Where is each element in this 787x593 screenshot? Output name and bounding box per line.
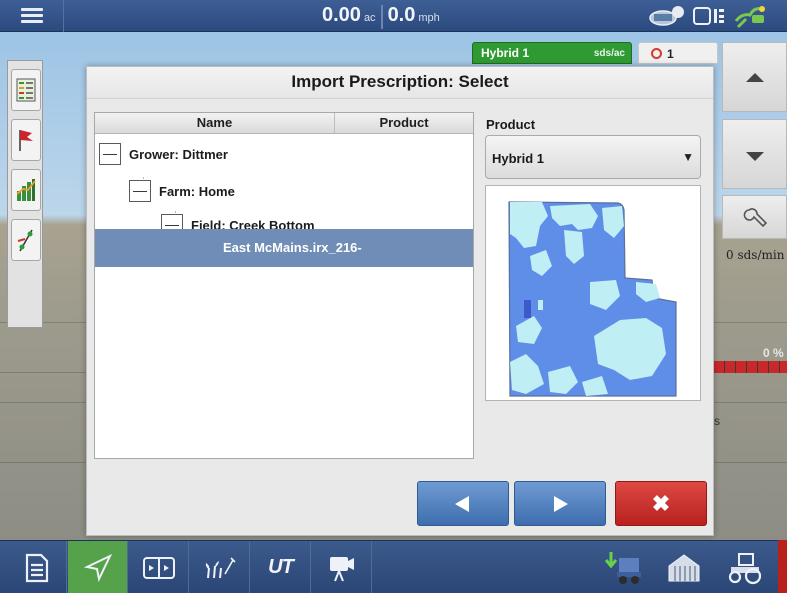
area-speed-readout: 0.00 ac 0.0 mph bbox=[322, 4, 445, 30]
universal-terminal-button[interactable]: UT bbox=[251, 541, 311, 593]
product-tab[interactable]: Hybrid 1 sds/ac bbox=[472, 42, 632, 64]
back-button[interactable] bbox=[417, 481, 509, 526]
prescription-map-preview bbox=[485, 185, 701, 401]
alert-tab[interactable]: 1 bbox=[638, 42, 718, 64]
display-status-icon[interactable] bbox=[692, 4, 726, 28]
next-arrow-icon bbox=[554, 495, 568, 512]
edge-indicator bbox=[778, 540, 787, 593]
tree-header: Name Product bbox=[95, 113, 473, 134]
chart-button[interactable] bbox=[11, 169, 41, 211]
area-value: 0.00 bbox=[322, 4, 361, 26]
camera-button[interactable] bbox=[312, 541, 372, 593]
prescription-label: East McMains.irx_216- bbox=[223, 240, 362, 255]
product-dropdown[interactable]: Hybrid 1 ▼ bbox=[485, 135, 701, 179]
storage-button[interactable] bbox=[654, 541, 714, 593]
flag-button[interactable] bbox=[11, 119, 41, 161]
tree-node-grower[interactable]: Grower: Dittmer bbox=[99, 139, 228, 169]
percent-readout: 0 % bbox=[763, 346, 784, 360]
bar-chart-icon bbox=[16, 179, 36, 201]
prescription-row-selected[interactable]: East McMains.irx_216- bbox=[95, 229, 473, 267]
guidance-line-button[interactable] bbox=[11, 219, 41, 261]
planter-import-icon bbox=[604, 551, 641, 584]
readout-divider bbox=[380, 5, 383, 29]
product-tab-rate-unit: sds/ac bbox=[593, 48, 625, 59]
tractor-icon bbox=[728, 552, 762, 584]
close-icon: ✖ bbox=[651, 490, 671, 516]
map-view-button[interactable] bbox=[68, 541, 128, 593]
camera-icon bbox=[329, 556, 354, 581]
prescription-tree: Name Product Grower: Dittmer Farm: Home … bbox=[94, 112, 474, 459]
alert-count: 1 bbox=[667, 47, 674, 61]
tree-node-farm[interactable]: Farm: Home bbox=[129, 176, 235, 206]
bottom-toolbar: UT bbox=[0, 540, 787, 593]
import-button[interactable] bbox=[593, 541, 653, 593]
ut-label: UT bbox=[268, 556, 294, 578]
area-unit: ac bbox=[363, 12, 376, 24]
left-toolbar bbox=[7, 60, 43, 328]
up-arrow-icon bbox=[746, 73, 764, 82]
status-icons bbox=[648, 3, 768, 29]
rate-up-button[interactable] bbox=[722, 42, 787, 112]
split-screen-icon bbox=[142, 556, 175, 579]
rate-down-button[interactable] bbox=[722, 119, 787, 189]
barn-icon bbox=[668, 553, 700, 581]
dialog-title: Import Prescription: Select bbox=[87, 67, 713, 99]
down-arrow-icon bbox=[746, 152, 764, 161]
rate-readout: 0 sds/min bbox=[726, 248, 785, 262]
import-prescription-dialog: Import Prescription: Select Name Product… bbox=[86, 66, 714, 536]
dropdown-arrow-icon: ▼ bbox=[682, 150, 694, 164]
layers-icon bbox=[16, 78, 36, 102]
document-icon bbox=[25, 553, 48, 582]
back-arrow-icon bbox=[455, 495, 469, 512]
navigation-icon bbox=[83, 553, 112, 582]
vehicle-button[interactable] bbox=[715, 541, 775, 593]
top-status-bar: 0.00 ac 0.0 mph bbox=[0, 0, 787, 32]
plants-icon bbox=[205, 556, 236, 578]
grower-label: Grower: Dittmer bbox=[129, 146, 228, 162]
field-operation-button[interactable] bbox=[190, 541, 250, 593]
product-selected-value: Hybrid 1 bbox=[492, 151, 545, 166]
flag-icon bbox=[19, 130, 33, 151]
prescription-map bbox=[508, 201, 677, 397]
menu-button[interactable] bbox=[0, 0, 64, 32]
partial-label: s bbox=[714, 414, 720, 428]
speed-unit: mph bbox=[418, 12, 440, 24]
alert-circle-icon bbox=[651, 48, 662, 59]
farm-label: Farm: Home bbox=[159, 183, 235, 199]
cancel-button[interactable]: ✖ bbox=[615, 481, 707, 526]
split-view-button[interactable] bbox=[129, 541, 189, 593]
gps-signal-icon[interactable] bbox=[732, 3, 768, 29]
guidance-status-icon[interactable] bbox=[648, 4, 686, 28]
summary-button[interactable] bbox=[7, 541, 67, 593]
column-header-product[interactable]: Product bbox=[335, 113, 473, 134]
product-label: Product bbox=[486, 117, 536, 132]
speed-value: 0.0 bbox=[387, 4, 416, 26]
settings-button[interactable] bbox=[722, 195, 787, 239]
section-status-bar bbox=[714, 361, 787, 373]
wrench-icon bbox=[743, 208, 768, 228]
guidance-line-icon bbox=[17, 229, 33, 252]
collapse-icon[interactable] bbox=[129, 180, 151, 202]
layers-button[interactable] bbox=[11, 69, 41, 111]
collapse-icon[interactable] bbox=[99, 143, 121, 165]
next-button[interactable] bbox=[514, 481, 606, 526]
product-tab-name: Hybrid 1 bbox=[481, 46, 530, 60]
column-header-name[interactable]: Name bbox=[95, 113, 335, 134]
